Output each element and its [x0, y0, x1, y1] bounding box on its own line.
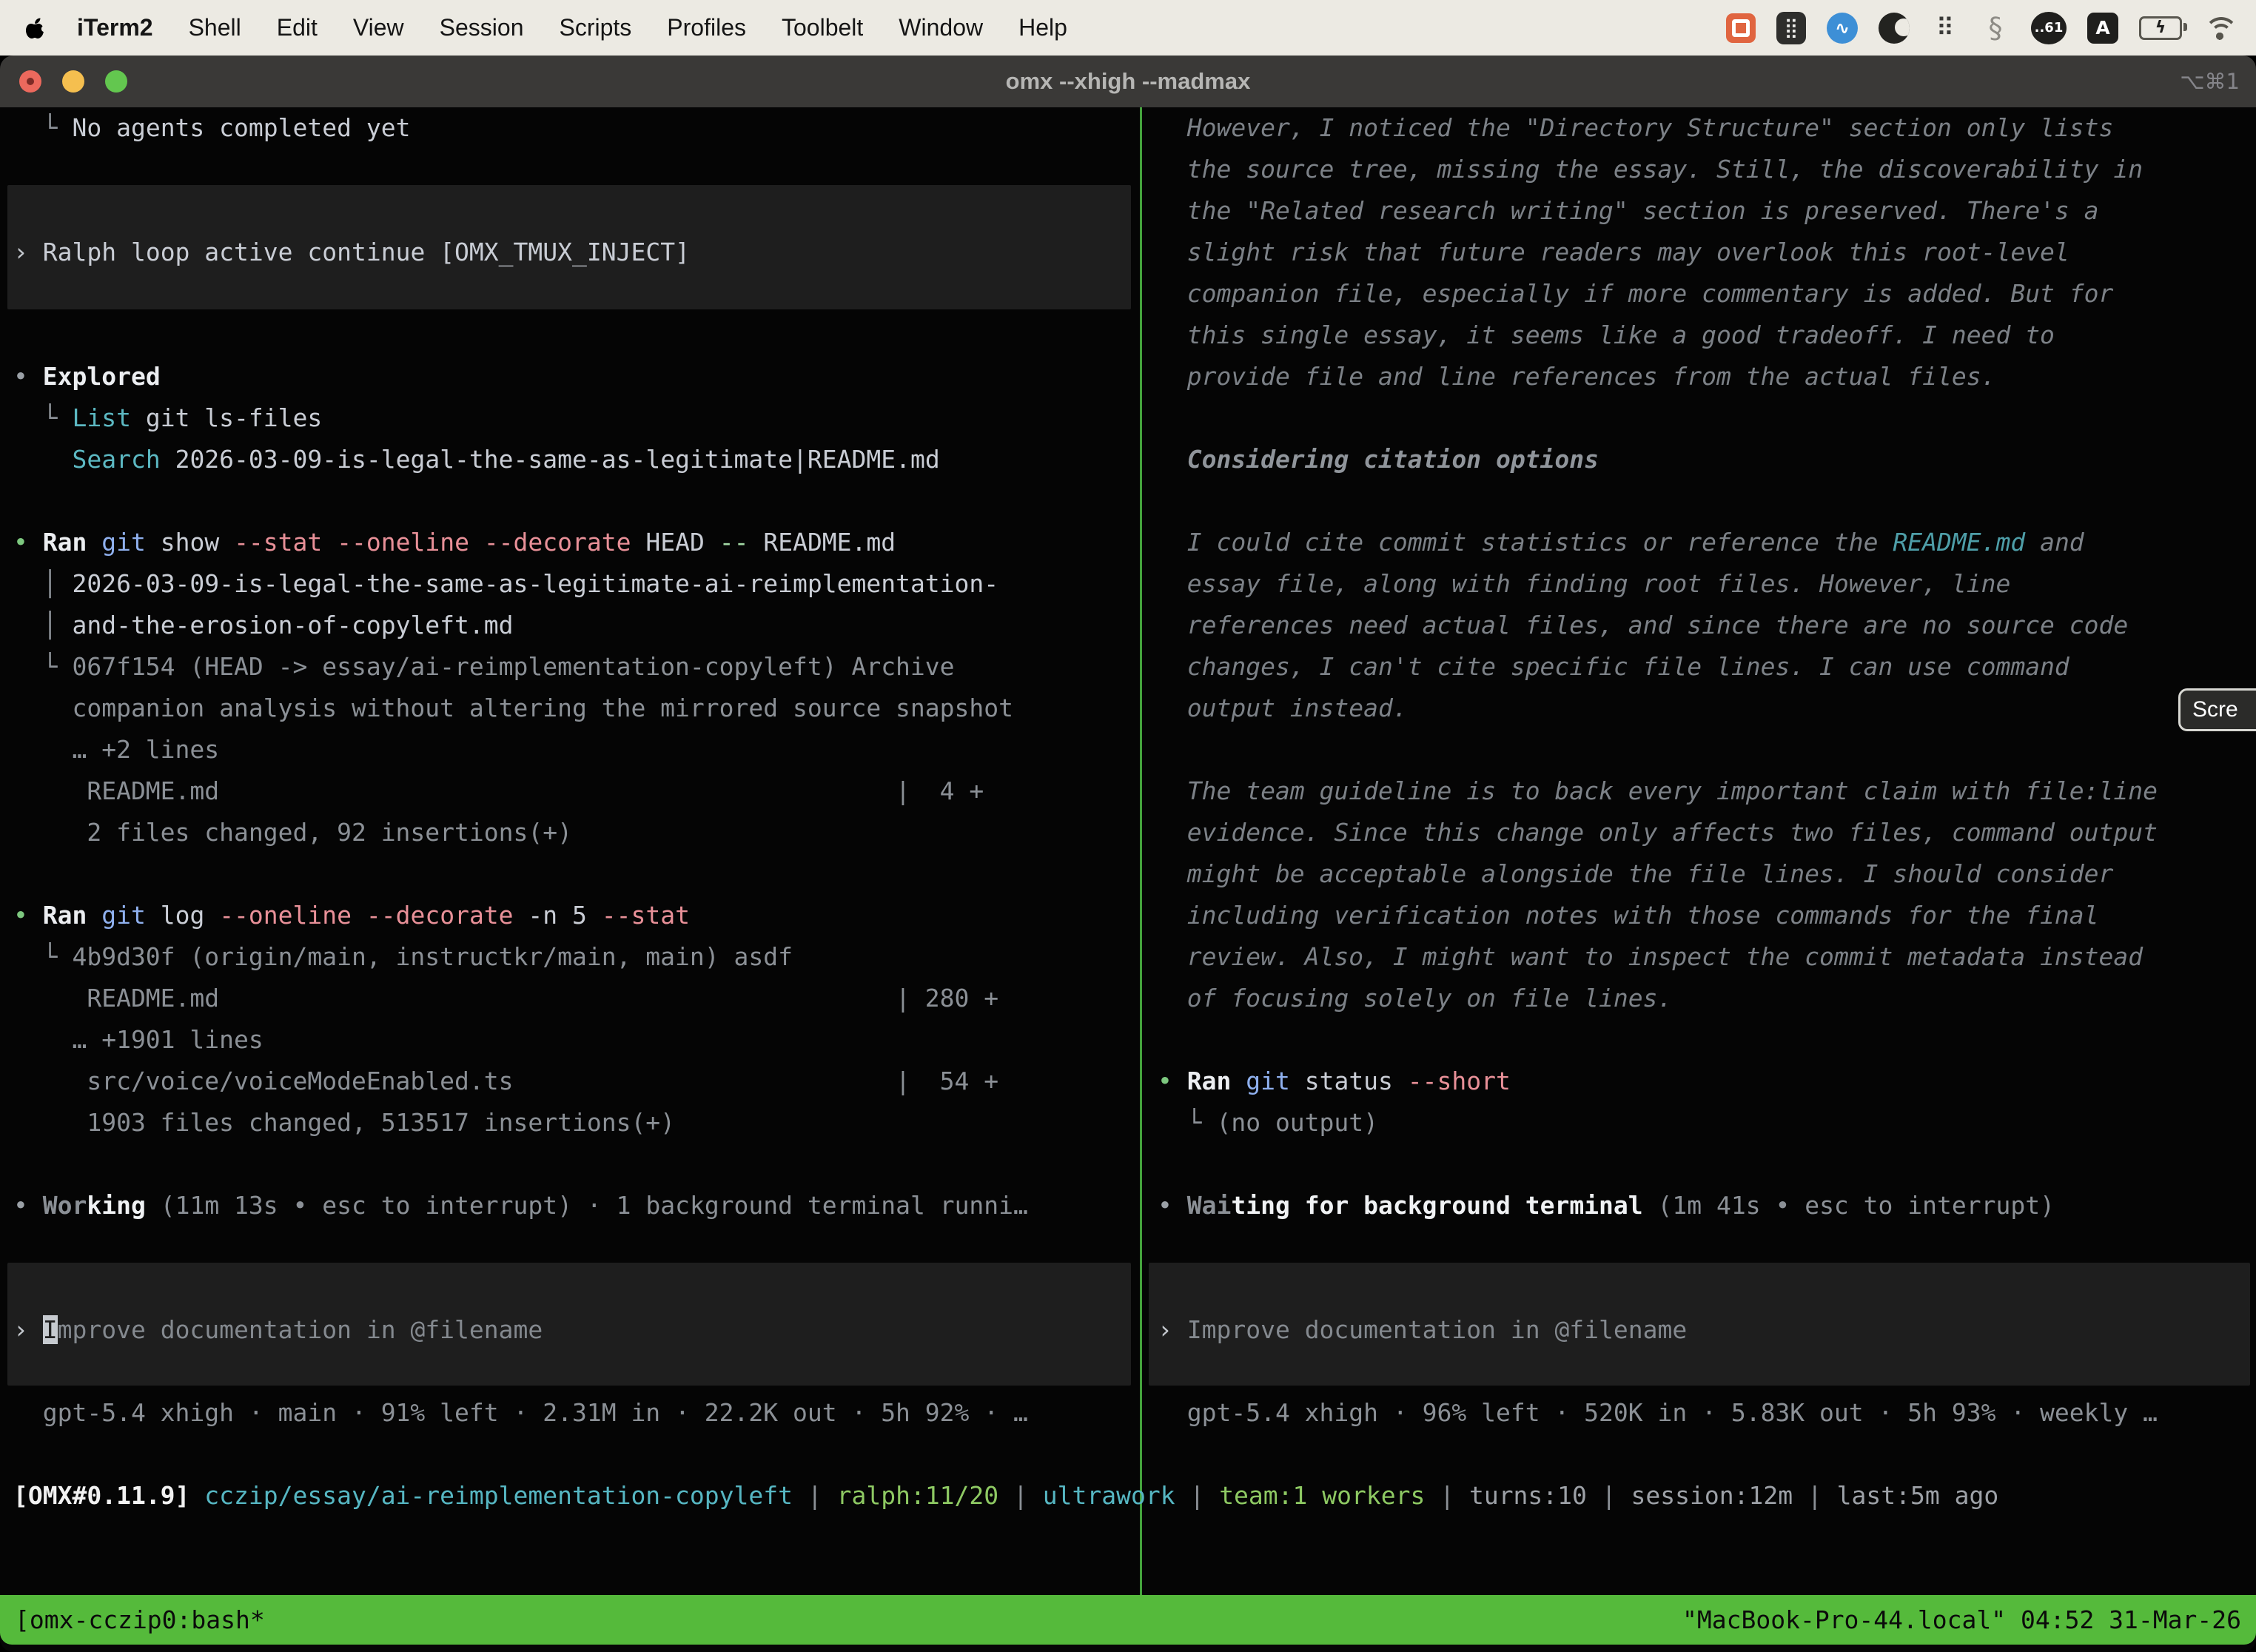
iterm-window: omx --xhigh --madmax ⌥⌘1 └ No agents com… [0, 56, 2256, 1652]
terminal-line: README.md | 280 + [0, 978, 1138, 1019]
pie-icon[interactable] [1879, 13, 1910, 44]
terminal-line: Considering citation options [1144, 439, 2256, 480]
menu-item-shell[interactable]: Shell [189, 14, 241, 41]
menu-bar-status-icons: ⣿ ∿ ⠿ § ..61 Aϟ [1726, 12, 2256, 44]
terminal-line: companion analysis without altering the … [0, 688, 1138, 729]
window-shortcut-badge: ⌥⌘1 [2180, 56, 2240, 107]
terminal-line: • Ran git status --short [1144, 1061, 2256, 1102]
terminal-line: … +1901 lines [0, 1019, 1138, 1061]
terminal-line: └ (no output) [1144, 1102, 2256, 1144]
terminal-line: 1903 files changed, 513517 insertions(+) [0, 1102, 1138, 1144]
terminal-line: of focusing solely on file lines. [1144, 978, 2256, 1019]
terminal-line: │ and-the-erosion-of-copyleft.md [0, 605, 1138, 646]
tmux-session-label: [omx-cczip0:bash* [15, 1595, 265, 1645]
squiggle-icon[interactable]: § [1981, 13, 2010, 44]
terminal-line: changes, I can't cite specific file line… [1144, 646, 2256, 688]
menu-item-toolbelt[interactable]: Toolbelt [782, 14, 863, 41]
terminal-line: output instead. [1144, 688, 2256, 729]
terminal-line: • Waiting for background terminal (1m 41… [1144, 1185, 2256, 1226]
terminal-line: review. Also, I might want to inspect th… [1144, 936, 2256, 978]
terminal-line: Search 2026-03-09-is-legal-the-same-as-l… [0, 439, 1138, 480]
menu-item-profiles[interactable]: Profiles [667, 14, 746, 41]
terminal-line: src/voice/voiceModeEnabled.ts | 54 + [0, 1061, 1138, 1102]
apple-menu-icon[interactable] [25, 17, 44, 39]
omx-status-bar: [OMX#0.11.9] cczip/essay/ai-reimplementa… [13, 1475, 1998, 1517]
dot-grid-icon[interactable]: ⠿ [1930, 13, 1960, 44]
terminal-line: the "Related research writing" section i… [1144, 190, 2256, 232]
terminal-line: • Ran git show --stat --oneline --decora… [0, 522, 1138, 563]
input-a-icon[interactable]: A [2087, 13, 2118, 44]
terminal-line: gpt-5.4 xhigh · 96% left · 520K in · 5.8… [1144, 1392, 2256, 1434]
menu-item-view[interactable]: View [353, 14, 404, 41]
terminal-line: • Explored [0, 356, 1138, 397]
terminal-line: 2 files changed, 92 insertions(+) [0, 812, 1138, 853]
terminal-line: essay file, along with finding root file… [1144, 563, 2256, 605]
terminal-line: │ 2026-03-09-is-legal-the-same-as-legiti… [0, 563, 1138, 605]
chat-icon[interactable] [1726, 13, 1756, 43]
pane-divider[interactable] [1140, 107, 1142, 1595]
terminal-line: └ 4b9d30f (origin/main, instructkr/main,… [0, 936, 1138, 978]
terminal-line: … +2 lines [0, 729, 1138, 770]
menu-items: iTerm2 Shell Edit View Session Scripts Profile… [77, 14, 1067, 41]
menu-item-window[interactable]: Window [899, 14, 983, 41]
terminal-line: evidence. Since this change only affects… [1144, 812, 2256, 853]
screen-share-overlay[interactable]: Scre [2178, 688, 2256, 731]
tmux-status-bar: [omx-cczip0:bash* "MacBook-Pro-44.local"… [0, 1595, 2256, 1645]
terminal-line: › Improve documentation in @filename [1144, 1309, 2256, 1351]
terminal-line: gpt-5.4 xhigh · main · 91% left · 2.31M … [0, 1392, 1138, 1434]
menu-item-session[interactable]: Session [440, 14, 524, 41]
terminal-line: the source tree, missing the essay. Stil… [1144, 149, 2256, 190]
terminal-line: this single essay, it seems like a good … [1144, 315, 2256, 356]
menu-bar: iTerm2 Shell Edit View Session Scripts Profile… [0, 0, 2256, 56]
terminal-line: └ 067f154 (HEAD -> essay/ai-reimplementa… [0, 646, 1138, 688]
terminal-line: The team guideline is to back every impo… [1144, 770, 2256, 812]
terminal-line: I could cite commit statistics or refere… [1144, 522, 2256, 563]
terminal-line: › Improve documentation in @filename [0, 1309, 1138, 1351]
menu-item-help[interactable]: Help [1018, 14, 1067, 41]
terminal-line: However, I noticed the "Directory Struct… [1144, 107, 2256, 149]
menu-item-iterm2[interactable]: iTerm2 [77, 14, 153, 41]
terminal-line: • Ran git log --oneline --decorate -n 5 … [0, 895, 1138, 936]
pane-left[interactable]: └ No agents completed yet › Ralph loop ac… [0, 107, 1138, 1595]
screen: iTerm2 Shell Edit View Session Scripts Profile… [0, 0, 2256, 1652]
terminal-line: slight risk that future readers may over… [1144, 232, 2256, 273]
title-bar[interactable]: omx --xhigh --madmax ⌥⌘1 [0, 56, 2256, 107]
timer-61-icon[interactable]: ..61 [2031, 12, 2067, 44]
terminal-line: • Working (11m 13s • esc to interrupt) ·… [0, 1185, 1138, 1226]
terminal-line: README.md | 4 + [0, 770, 1138, 812]
terminal: └ No agents completed yet › Ralph loop ac… [0, 107, 2256, 1595]
battery-icon[interactable]: ϟ [2139, 16, 2182, 40]
terminal-line: references need actual files, and since … [1144, 605, 2256, 646]
spark-badge-icon[interactable]: ∿ [1827, 13, 1858, 44]
menu-item-edit[interactable]: Edit [277, 14, 318, 41]
terminal-line: might be acceptable alongside the file l… [1144, 853, 2256, 895]
overlay-label: Scre [2192, 697, 2238, 722]
pane-right[interactable]: However, I noticed the "Directory Struct… [1144, 107, 2256, 1595]
terminal-line: └ List git ls-files [0, 397, 1138, 439]
tmux-host-clock: "MacBook-Pro-44.local" 04:52 31-Mar-26 [1682, 1595, 2241, 1645]
window-title: omx --xhigh --madmax [0, 56, 2256, 107]
terminal-line: › Ralph loop active continue [OMX_TMUX_I… [0, 232, 1138, 273]
wifi-icon[interactable] [2203, 16, 2237, 41]
keypad-icon[interactable]: ⣿ [1776, 12, 1806, 44]
menu-item-scripts[interactable]: Scripts [559, 14, 631, 41]
terminal-line: └ No agents completed yet [0, 107, 1138, 149]
terminal-line: companion file, especially if more comme… [1144, 273, 2256, 315]
terminal-line: including verification notes with those … [1144, 895, 2256, 936]
terminal-line: provide file and line references from th… [1144, 356, 2256, 397]
